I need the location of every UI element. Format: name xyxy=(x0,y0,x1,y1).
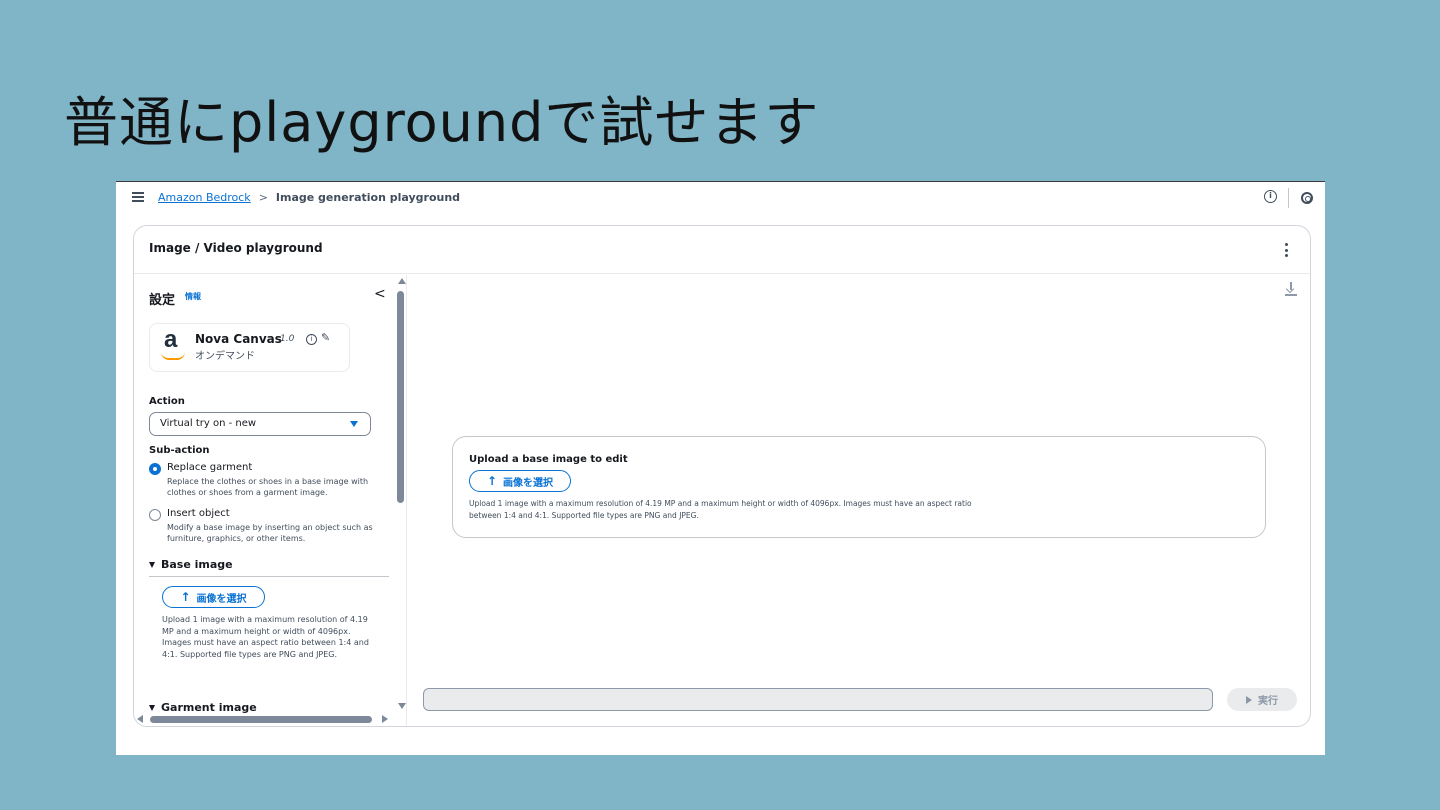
settings-heading: 設定 xyxy=(149,293,176,308)
chevron-right-icon: > xyxy=(258,191,268,204)
vertical-scrollbar[interactable] xyxy=(397,291,404,503)
caret-down-icon xyxy=(350,421,358,427)
dropzone-upload-button[interactable]: ↑ 画像を選択 xyxy=(469,470,571,492)
base-image-dropzone: Upload a base image to edit ↑ 画像を選択 Uplo… xyxy=(452,436,1266,538)
prompt-input[interactable] xyxy=(423,688,1213,711)
model-selector-card: a Nova Canvas 1.0 i ✎ オンデマンド xyxy=(149,323,350,372)
breadcrumb-link-amazon-bedrock[interactable]: Amazon Bedrock xyxy=(158,191,251,204)
horizontal-scrollbar[interactable] xyxy=(150,716,372,723)
divider xyxy=(149,576,389,577)
hamburger-menu-icon[interactable] xyxy=(132,192,144,202)
radio-description-replace-garment: Replace the clothes or shoes in a base i… xyxy=(167,477,369,497)
base-image-header: Base image xyxy=(161,558,233,571)
slide-title: 普通にplaygroundで試せます xyxy=(64,91,820,154)
radio-replace-garment[interactable] xyxy=(149,463,161,475)
garment-image-header: Garment image xyxy=(161,701,257,714)
scroll-left-arrow-icon[interactable] xyxy=(137,715,143,723)
run-button[interactable]: 実行 xyxy=(1227,688,1297,711)
settings-icon[interactable] xyxy=(1301,192,1313,204)
console-screenshot: Amazon Bedrock > Image generation playgr… xyxy=(116,181,1325,755)
card-header: Image / Video playground xyxy=(134,226,1310,274)
info-icon[interactable]: i xyxy=(1264,190,1277,203)
radio-description-insert-object: Modify a base image by inserting an obje… xyxy=(167,523,373,543)
run-button-label: 実行 xyxy=(1258,696,1278,707)
base-image-section-toggle[interactable]: Base image xyxy=(149,558,233,571)
base-image-upload-button[interactable]: ↑ 画像を選択 xyxy=(162,586,265,608)
edit-model-icon[interactable]: ✎ xyxy=(321,331,330,344)
upload-icon: ↑ xyxy=(486,474,498,488)
model-info-icon[interactable]: i xyxy=(306,334,317,345)
dropzone-upload-label: 画像を選択 xyxy=(503,477,554,489)
scroll-up-arrow-icon[interactable] xyxy=(398,278,406,284)
model-throughput-mode: オンデマンド xyxy=(195,351,255,362)
divider xyxy=(1288,188,1289,208)
radio-label-replace-garment[interactable]: Replace garment xyxy=(167,462,252,473)
base-image-upload-label: 画像を選択 xyxy=(196,593,247,605)
more-options-icon[interactable] xyxy=(1285,243,1288,257)
breadcrumb: Amazon Bedrock > Image generation playgr… xyxy=(158,191,460,204)
upload-icon: ↑ xyxy=(180,590,191,604)
dropzone-title: Upload a base image to edit xyxy=(469,454,628,465)
model-version: 1.0 xyxy=(280,334,295,344)
model-name: Nova Canvas xyxy=(195,332,282,346)
info-link[interactable]: 情報 xyxy=(185,291,201,302)
garment-image-section-toggle[interactable]: Garment image xyxy=(149,701,257,714)
radio-insert-object[interactable] xyxy=(149,509,161,521)
action-label: Action xyxy=(149,396,185,407)
action-select-value: Virtual try on - new xyxy=(160,418,257,429)
subaction-label: Sub-action xyxy=(149,445,210,456)
radio-label-insert-object[interactable]: Insert object xyxy=(167,508,230,519)
caret-down-icon xyxy=(149,562,155,568)
dropzone-help-text: Upload 1 image with a maximum resolution… xyxy=(469,499,972,520)
settings-panel: 設定 情報 < a Nova Canvas 1.0 i ✎ オンデマンド Act… xyxy=(134,275,407,726)
scroll-right-arrow-icon[interactable] xyxy=(382,715,388,723)
scroll-down-arrow-icon[interactable] xyxy=(398,703,406,709)
page-title: Image / Video playground xyxy=(149,241,323,255)
download-icon[interactable] xyxy=(1285,282,1297,296)
amazon-logo: a xyxy=(160,326,188,360)
play-icon xyxy=(1246,695,1252,704)
playground-card: Image / Video playground 設定 情報 < a Nova … xyxy=(133,225,1311,727)
base-image-help-text: Upload 1 image with a maximum resolution… xyxy=(162,615,369,659)
caret-down-icon xyxy=(149,705,155,711)
breadcrumb-current-page: Image generation playground xyxy=(275,191,461,204)
action-select[interactable]: Virtual try on - new xyxy=(149,412,371,436)
top-navigation: Amazon Bedrock > Image generation playgr… xyxy=(116,182,1325,214)
collapse-panel-icon[interactable]: < xyxy=(374,286,386,302)
